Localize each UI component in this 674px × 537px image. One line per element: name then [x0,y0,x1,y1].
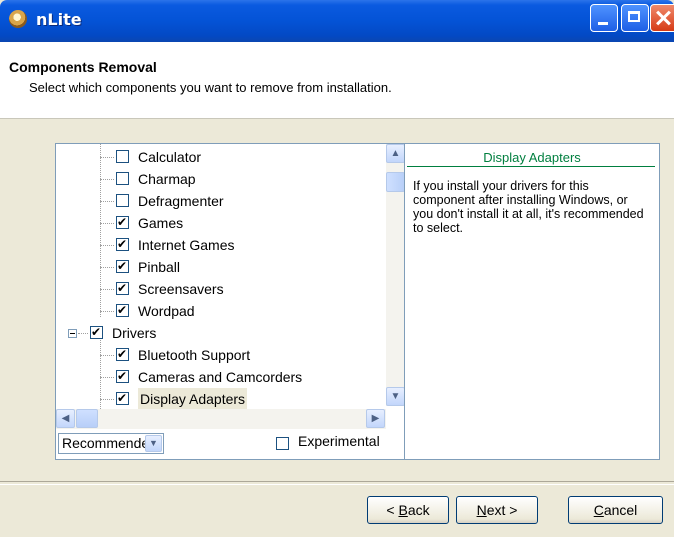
tree-item[interactable]: Games [56,212,386,234]
nlite-app-icon [9,10,27,28]
description-title: Display Adapters [483,150,581,165]
tree-item-checkbox[interactable] [116,345,129,363]
horizontal-scroll-thumb[interactable] [76,409,98,428]
back-button-label: < Back [386,502,430,518]
chevron-down-icon[interactable]: ▼ [145,435,162,452]
footer-divider [0,481,674,485]
tree-line [100,355,114,356]
tree-item-label: Screensavers [138,281,224,297]
tree-line [100,399,114,400]
description-panel: Display Adapters If you install your dri… [404,143,660,460]
collapse-icon[interactable] [68,329,77,338]
vertical-scroll-thumb[interactable] [386,172,405,192]
tree-line [100,157,114,158]
tree-item-checkbox[interactable] [116,194,129,207]
tree-item-checkbox[interactable] [116,301,129,319]
next-button-label: Next > [476,502,518,518]
components-panel: Calculator Charmap Defragmenter Games Intern… [55,143,412,460]
tree-item-checkbox[interactable] [116,213,129,231]
tree-item[interactable]: Pinball [56,256,386,278]
tree-horizontal-scrollbar[interactable]: ◀ ▶ [56,409,386,429]
tree-item[interactable]: Display Adapters [56,388,386,409]
tree-item-checkbox[interactable] [116,389,129,407]
tree-item-label: Cameras and Camcorders [138,369,303,385]
tree-line [100,267,114,268]
scroll-left-button[interactable]: ◀ [56,409,75,428]
close-button[interactable] [650,4,674,32]
tree-item-checkbox[interactable] [116,150,129,163]
tree-item-label: Pinball [138,259,181,275]
tree-item-label: Bluetooth Support [138,347,251,363]
page-header: Components Removal Select which componen… [0,42,674,119]
next-button[interactable]: Next > [456,496,538,524]
tree-line [100,223,114,224]
tree-item-label: Games [138,215,184,231]
tree-item-checkbox[interactable] [116,235,129,253]
tree-line [100,289,114,290]
tree-item-label: Internet Games [138,237,235,253]
tree-line [100,245,114,246]
maximize-button[interactable] [621,4,649,32]
tree-item[interactable]: Internet Games [56,234,386,256]
nlite-window: nLite Components Removal Select which co… [0,0,674,537]
page-title: Components Removal [9,59,157,75]
tree-item-label: Calculator [138,149,202,165]
tree-line [100,377,114,378]
tree-item-label: Drivers [112,325,157,341]
page-subtitle: Select which components you want to remo… [29,80,392,95]
scroll-up-button[interactable]: ▲ [386,144,405,163]
tree-line [78,333,88,334]
tree-item-label: Display Adapters [138,388,248,409]
tree-item[interactable]: Cameras and Camcorders [56,366,386,388]
tree-item-checkbox[interactable] [116,257,129,275]
window-title: nLite [36,10,82,29]
tree-item-checkbox[interactable] [116,172,129,185]
tree-item-label: Wordpad [138,303,195,319]
scroll-right-button[interactable]: ▶ [366,409,385,428]
tree-item[interactable]: Charmap [56,168,386,190]
scroll-down-button[interactable]: ▼ [386,387,405,406]
tree-item-label: Defragmenter [138,193,224,209]
cancel-button-label: Cancel [593,502,638,518]
tree-item-label: Charmap [138,171,196,187]
title-bar[interactable]: nLite [0,0,674,42]
tree-item[interactable]: Wordpad [56,300,386,322]
back-button[interactable]: < Back [367,496,449,524]
tree-item-checkbox[interactable] [116,367,129,385]
cancel-button[interactable]: Cancel [568,496,663,524]
tree-item[interactable]: Drivers [56,322,386,344]
description-text: If you install your drivers for this com… [413,179,644,235]
components-tree[interactable]: Calculator Charmap Defragmenter Games Intern… [56,144,386,409]
tree-line [100,201,114,202]
tree-item-checkbox[interactable] [90,323,103,341]
experimental-checkbox[interactable] [276,437,289,450]
tree-vertical-scrollbar[interactable]: ▲ ▼ [386,144,406,406]
tree-item[interactable]: Screensavers [56,278,386,300]
tree-item[interactable]: Calculator [56,146,386,168]
experimental-label: Experimental [298,433,380,449]
tree-line [100,179,114,180]
preset-dropdown[interactable]: Recommended ▼ [58,433,164,454]
preset-value: Recommended [62,435,157,451]
tree-item[interactable]: Bluetooth Support [56,344,386,366]
minimize-button[interactable] [590,4,618,32]
tree-item-checkbox[interactable] [116,279,129,297]
tree-line [100,311,114,312]
description-divider [407,166,655,167]
tree-item[interactable]: Defragmenter [56,190,386,212]
